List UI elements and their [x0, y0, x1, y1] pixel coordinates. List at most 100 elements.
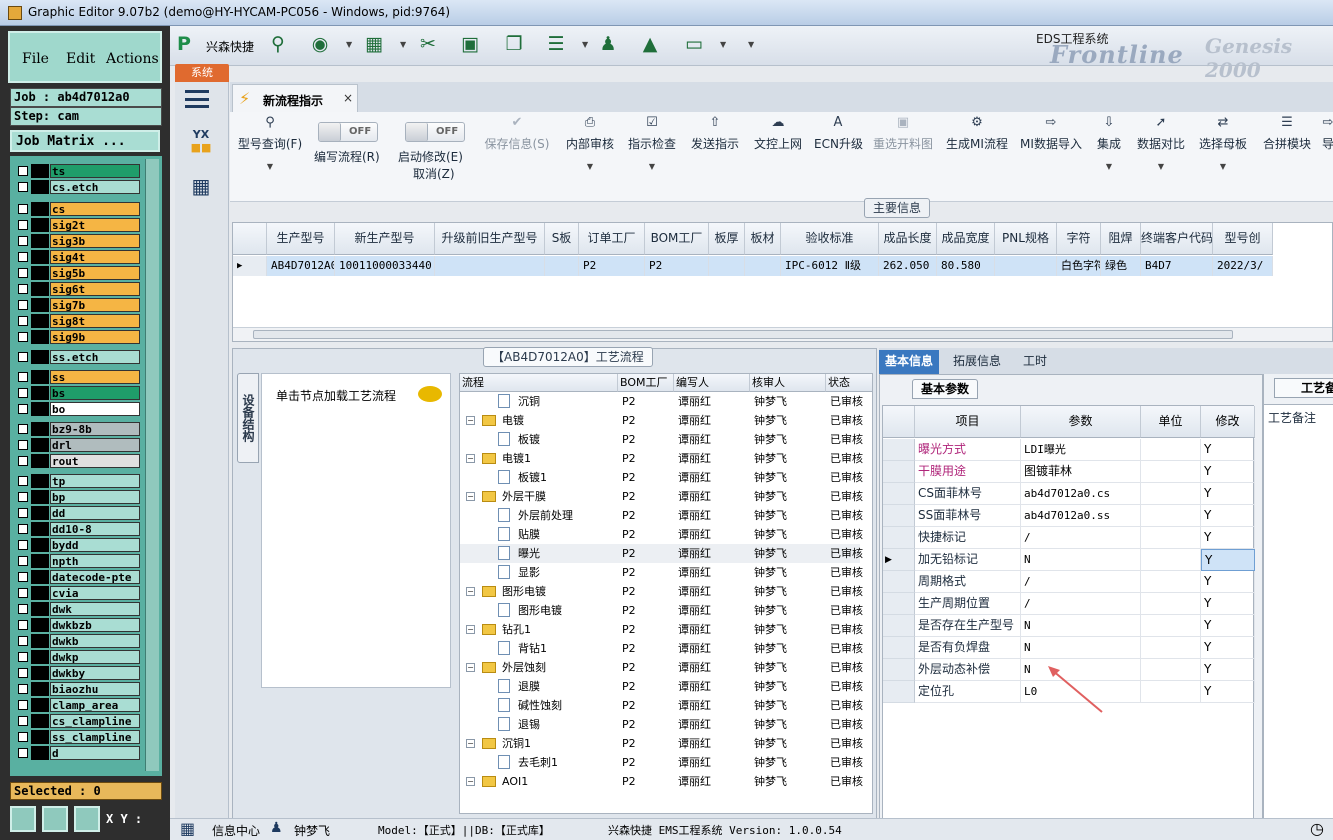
param-row[interactable]: 干膜用途 图镀菲林 Y	[883, 461, 1255, 483]
param-row[interactable]: CS面菲林号 ab4d7012a0.cs Y	[883, 483, 1255, 505]
grid-cell[interactable]: 80.580	[937, 256, 995, 276]
layer-checkbox[interactable]	[18, 588, 28, 598]
write-flow-toggle[interactable]: OFF	[318, 122, 378, 142]
layer-row[interactable]: bs	[15, 386, 140, 400]
save-button[interactable]: ✔ 保存信息(S)	[482, 114, 552, 198]
param-value[interactable]: N	[1021, 615, 1141, 637]
tree-row[interactable]: 退膜 P2 谭丽红 钟梦飞 已审核	[460, 677, 863, 696]
expand-toggle[interactable]: −	[466, 625, 475, 634]
layer-row[interactable]: sig8t	[15, 314, 140, 328]
col-header[interactable]: S板	[545, 223, 579, 255]
table-icon[interactable]: ▦	[362, 32, 386, 56]
param-row[interactable]: 生产周期位置 / Y	[883, 593, 1255, 615]
tree-row[interactable]: 板镀 P2 谭丽红 钟梦飞 已审核	[460, 430, 863, 449]
layer-row[interactable]: cs_clampline	[15, 714, 140, 728]
grid-cell[interactable]	[745, 256, 781, 276]
grid-cell[interactable]	[545, 256, 579, 276]
tree-row[interactable]: 贴膜 P2 谭丽红 钟梦飞 已审核	[460, 525, 863, 544]
param-value[interactable]: LDI曝光	[1021, 439, 1141, 461]
select-mother-button[interactable]: ⇄ 选择母板 ▼	[1196, 114, 1250, 198]
col-header[interactable]: 终端客户代码	[1141, 223, 1213, 255]
layer-row[interactable]: sig6t	[15, 282, 140, 296]
layer-checkbox[interactable]	[18, 440, 28, 450]
layer-checkbox[interactable]	[18, 456, 28, 466]
grid-cell[interactable]	[709, 256, 745, 276]
tree-row[interactable]: − 电镀 P2 谭丽红 钟梦飞 已审核	[460, 411, 863, 430]
grid-cell[interactable]: 2022/3/	[1213, 256, 1273, 276]
layer-checkbox[interactable]	[18, 556, 28, 566]
mi-import-button[interactable]: ⇨ MI数据导入	[1018, 114, 1084, 198]
layer-row[interactable]: ss.etch	[15, 350, 140, 364]
layer-row[interactable]: dd	[15, 506, 140, 520]
layer-checkbox[interactable]	[18, 204, 28, 214]
grid-cell[interactable]: 10011000033440	[335, 256, 435, 276]
internal-review-button[interactable]: ⎙ 内部审核 ▼	[564, 114, 616, 198]
param-unit[interactable]	[1141, 571, 1201, 593]
param-unit[interactable]	[1141, 615, 1201, 637]
grid-cell[interactable]	[435, 256, 545, 276]
layer-row[interactable]: drl	[15, 438, 140, 452]
layer-row[interactable]: npth	[15, 554, 140, 568]
layer-checkbox[interactable]	[18, 352, 28, 362]
yx-factory-icon[interactable]: YX ■■	[185, 128, 217, 158]
param-value[interactable]: ab4d7012a0.cs	[1021, 483, 1141, 505]
tool-measure-icon[interactable]	[42, 806, 68, 832]
tree-row[interactable]: − AOI1 P2 谭丽红 钟梦飞 已审核	[460, 772, 863, 791]
film-icon[interactable]: ▣	[458, 32, 482, 56]
col-header[interactable]: BOM工厂	[645, 223, 709, 255]
grid-cell[interactable]: P2	[645, 256, 709, 276]
col-header[interactable]: 生产型号	[267, 223, 335, 255]
tree-row[interactable]: 图形电镀 P2 谭丽红 钟梦飞 已审核	[460, 601, 863, 620]
param-modify[interactable]: Y	[1201, 439, 1255, 461]
layer-checkbox[interactable]	[18, 284, 28, 294]
device-structure-tab[interactable]: 设备结构	[237, 373, 259, 463]
reselect-button[interactable]: ▣ 重选开料图	[870, 114, 936, 198]
param-row[interactable]: ▶ 加无铅标记 N Y	[883, 549, 1255, 571]
layer-row[interactable]: sig5b	[15, 266, 140, 280]
grid-cell[interactable]	[995, 256, 1057, 276]
layer-checkbox[interactable]	[18, 700, 28, 710]
layer-checkbox[interactable]	[18, 220, 28, 230]
monitor-icon[interactable]: ▭	[682, 32, 706, 56]
col-header[interactable]: 新生产型号	[335, 223, 435, 255]
param-unit[interactable]	[1141, 505, 1201, 527]
layer-row[interactable]: cvia	[15, 586, 140, 600]
param-modify[interactable]: Y	[1201, 505, 1255, 527]
param-modify[interactable]: Y	[1201, 549, 1255, 571]
layer-checkbox[interactable]	[18, 300, 28, 310]
param-modify[interactable]: Y	[1201, 593, 1255, 615]
param-row[interactable]: 是否有负焊盘 N Y	[883, 637, 1255, 659]
menu-file[interactable]: File	[22, 51, 49, 67]
layer-row[interactable]: dwkby	[15, 666, 140, 680]
info-center-link[interactable]: 信息中心	[212, 822, 260, 839]
main-grid-hscroll[interactable]	[233, 327, 1332, 341]
tree-col-header[interactable]: 编写人	[674, 374, 750, 392]
tree-col-header[interactable]: BOM工厂	[618, 374, 674, 392]
layer-row[interactable]: dwkp	[15, 650, 140, 664]
calculator-icon[interactable]: ▦	[185, 174, 217, 204]
layer-row[interactable]: ts	[15, 164, 140, 178]
col-header[interactable]: 字符	[1057, 223, 1101, 255]
layer-row[interactable]: sig7b	[15, 298, 140, 312]
layer-row[interactable]: ss	[15, 370, 140, 384]
tab-extended-info[interactable]: 拓展信息	[947, 350, 1007, 374]
user-icon[interactable]: ♟	[596, 32, 620, 56]
tree-col-header[interactable]: 流程	[460, 374, 618, 392]
layer-checkbox[interactable]	[18, 684, 28, 694]
layer-checkbox[interactable]	[18, 620, 28, 630]
layer-row[interactable]: sig9b	[15, 330, 140, 344]
compare-button[interactable]: ➚ 数据对比 ▼	[1134, 114, 1188, 198]
param-value[interactable]: /	[1021, 593, 1141, 615]
col-header[interactable]: 验收标准	[781, 223, 879, 255]
row-header[interactable]	[883, 439, 915, 461]
ecn-button[interactable]: A ECN升级	[814, 114, 863, 198]
tool-zoom-icon[interactable]	[10, 806, 36, 832]
layer-row[interactable]: tp	[15, 474, 140, 488]
expand-toggle[interactable]: −	[466, 663, 475, 672]
layer-checkbox[interactable]	[18, 572, 28, 582]
grid-cell[interactable]: AB4D7012A0	[267, 256, 335, 276]
chevron-down-icon[interactable]: ▼	[720, 40, 726, 49]
param-unit[interactable]	[1141, 483, 1201, 505]
param-unit[interactable]	[1141, 659, 1201, 681]
tab-basic-info[interactable]: 基本信息	[879, 350, 940, 374]
